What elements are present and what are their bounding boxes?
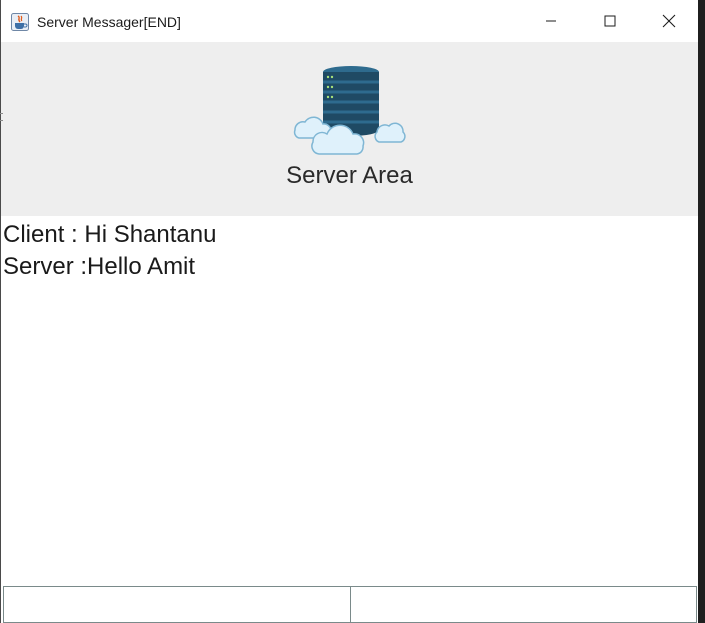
title-bar[interactable]: Server Messager[END]	[1, 0, 698, 42]
message-input-field[interactable]	[3, 587, 350, 623]
message-line: Server :Hello Amit	[3, 253, 196, 280]
send-field[interactable]	[349, 587, 697, 623]
server-cloud-icon	[293, 66, 406, 155]
input-bar	[3, 586, 697, 623]
header-panel: Server Area	[1, 42, 698, 216]
close-button[interactable]	[640, 0, 698, 42]
message-line: Client : Hi Shantanu	[3, 221, 217, 248]
close-icon	[662, 14, 676, 28]
server-window: Server Messager[END] Server Area Client …	[0, 0, 698, 623]
maximize-button[interactable]	[581, 0, 639, 42]
window-title: Server Messager[END]	[37, 14, 181, 30]
message-area[interactable]: Client : Hi Shantanu Server :Hello Amit	[1, 216, 698, 585]
minimize-button[interactable]	[522, 0, 580, 42]
header-title: Server Area	[286, 162, 413, 189]
minimize-icon	[546, 20, 556, 22]
java-app-icon	[11, 13, 29, 31]
resize-handle[interactable]	[0, 113, 3, 121]
maximize-icon	[604, 15, 616, 27]
